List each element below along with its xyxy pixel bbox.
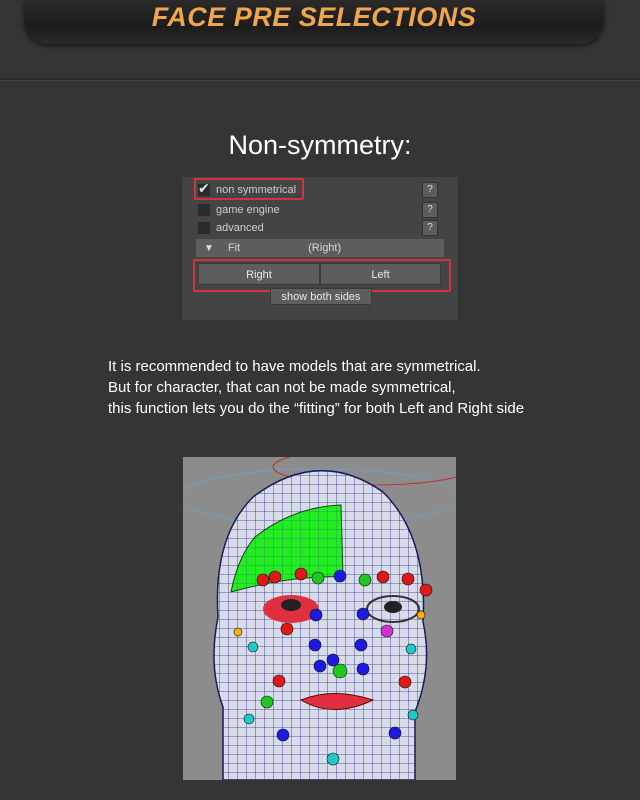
description-line: this function lets you do the “fitting” …: [108, 400, 525, 417]
option-game-engine[interactable]: game engine: [198, 202, 280, 218]
description: It is recommended to have models that ar…: [108, 356, 628, 419]
collapse-triangle-icon: ▼: [204, 242, 214, 254]
divider: [0, 78, 640, 81]
face-wireframe-image: [183, 457, 456, 780]
fit-value: (Right): [308, 242, 342, 254]
option-advanced[interactable]: advanced: [198, 220, 264, 236]
section-heading: Non-symmetry:: [228, 130, 412, 160]
fit-label: Fit: [227, 242, 241, 254]
advanced-checkbox[interactable]: [198, 222, 210, 234]
help-button[interactable]: ?: [422, 202, 438, 218]
help-button[interactable]: ?: [422, 220, 438, 236]
fit-frame-header[interactable]: ▼ Fit (Right): [196, 239, 444, 257]
description-line: But for character, that can not be made …: [108, 379, 456, 396]
game-engine-checkbox[interactable]: [198, 204, 210, 216]
highlight-box: [194, 178, 304, 200]
options-panel: ✔ non symmetrical ? game engine ? advanc…: [182, 177, 458, 320]
description-line: It is recommended to have models that ar…: [108, 358, 481, 375]
option-label: game engine: [216, 204, 280, 216]
page-title: FACE PRE SELECTIONS: [151, 2, 477, 32]
header-bar: FACE PRE SELECTIONS: [24, 0, 604, 44]
help-button[interactable]: ?: [422, 182, 438, 198]
show-both-sides-button[interactable]: show both sides: [270, 288, 372, 305]
option-label: advanced: [216, 222, 264, 234]
face-wireframe-illustration: [183, 457, 456, 780]
